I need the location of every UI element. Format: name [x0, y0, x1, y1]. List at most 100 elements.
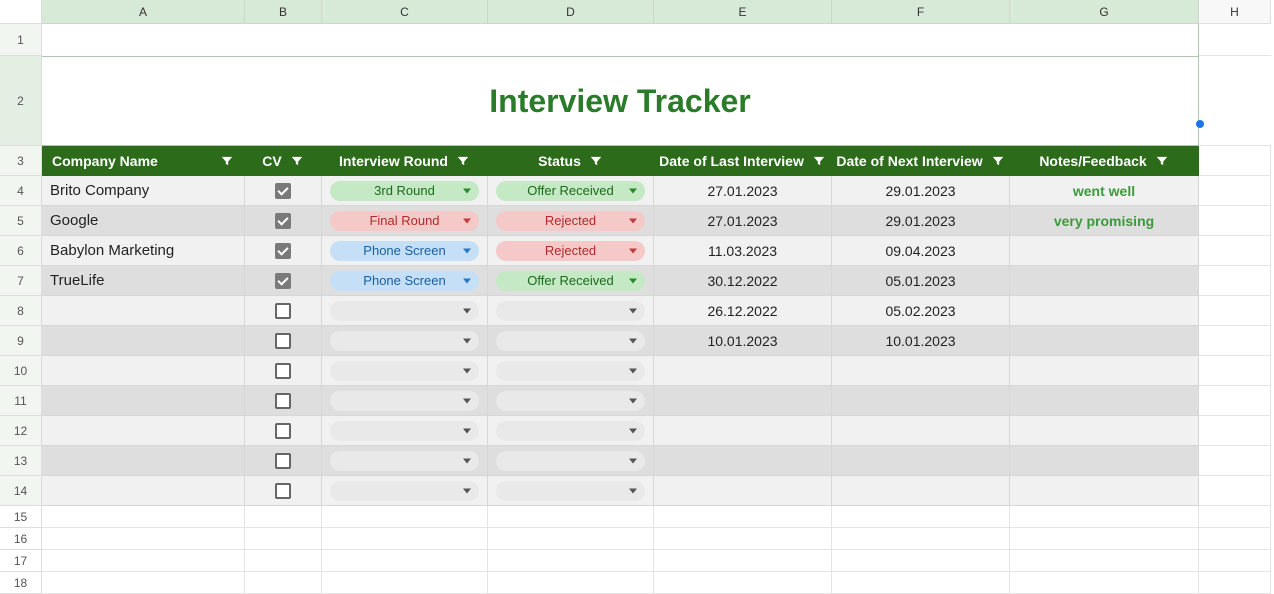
title-cell[interactable]: Interview Tracker [42, 56, 1199, 146]
cell-empty[interactable] [1199, 506, 1271, 528]
cell-H5[interactable] [1199, 206, 1271, 236]
cell-cv[interactable] [245, 386, 322, 416]
round-dropdown[interactable] [330, 331, 479, 351]
checkbox[interactable] [275, 333, 291, 349]
cell-empty[interactable] [654, 550, 832, 572]
selection-handle[interactable] [1196, 120, 1204, 128]
status-dropdown[interactable] [496, 361, 645, 381]
cell-status[interactable]: Rejected [488, 236, 654, 266]
header-status[interactable]: Status [488, 146, 654, 176]
round-dropdown[interactable] [330, 301, 479, 321]
cell-company[interactable] [42, 416, 245, 446]
cell-empty[interactable] [322, 550, 488, 572]
cell-last-date[interactable] [654, 356, 832, 386]
row-header-10[interactable]: 10 [0, 356, 42, 386]
cell-empty[interactable] [42, 550, 245, 572]
cell-next-date[interactable]: 29.01.2023 [832, 206, 1010, 236]
row-header-1[interactable]: 1 [0, 24, 42, 56]
status-dropdown[interactable] [496, 331, 645, 351]
cell-empty[interactable] [322, 506, 488, 528]
cell-cv[interactable] [245, 476, 322, 506]
cell-status[interactable] [488, 356, 654, 386]
col-header-B[interactable]: B [245, 0, 322, 24]
round-dropdown[interactable]: 3rd Round [330, 181, 479, 201]
cell-next-date[interactable] [832, 446, 1010, 476]
header-cv[interactable]: CV [245, 146, 322, 176]
cell-next-date[interactable] [832, 416, 1010, 446]
cell-round[interactable]: 3rd Round [322, 176, 488, 206]
cell-company[interactable]: Babylon Marketing [42, 236, 245, 266]
cell-H1[interactable] [1199, 24, 1271, 56]
status-dropdown[interactable] [496, 421, 645, 441]
cell-status[interactable] [488, 296, 654, 326]
round-dropdown[interactable]: Phone Screen [330, 271, 479, 291]
cell-company[interactable] [42, 446, 245, 476]
checkbox[interactable] [275, 183, 291, 199]
status-dropdown[interactable] [496, 451, 645, 471]
row-header-13[interactable]: 13 [0, 446, 42, 476]
cell-next-date[interactable] [832, 356, 1010, 386]
cell-cv[interactable] [245, 446, 322, 476]
cell-H8[interactable] [1199, 296, 1271, 326]
cell-empty[interactable] [1010, 550, 1199, 572]
round-dropdown[interactable] [330, 361, 479, 381]
header-company[interactable]: Company Name [42, 146, 245, 176]
col-header-G[interactable]: G [1010, 0, 1199, 24]
col-header-E[interactable]: E [654, 0, 832, 24]
cell-cv[interactable] [245, 236, 322, 266]
row-header-2[interactable]: 2 [0, 56, 42, 146]
cell-H2[interactable] [1199, 56, 1271, 146]
cell-cv[interactable] [245, 176, 322, 206]
cell-round[interactable] [322, 416, 488, 446]
cell-round[interactable] [322, 476, 488, 506]
checkbox[interactable] [275, 303, 291, 319]
cell-round[interactable]: Final Round [322, 206, 488, 236]
cell-empty[interactable] [322, 528, 488, 550]
cell-H13[interactable] [1199, 446, 1271, 476]
status-dropdown[interactable]: Offer Received [496, 271, 645, 291]
cell-round[interactable] [322, 326, 488, 356]
cell-status[interactable]: Offer Received [488, 266, 654, 296]
cell-H3[interactable] [1199, 146, 1271, 176]
cell-H6[interactable] [1199, 236, 1271, 266]
cell-last-date[interactable]: 10.01.2023 [654, 326, 832, 356]
cell-company[interactable] [42, 386, 245, 416]
cell-empty[interactable] [1010, 528, 1199, 550]
header-next[interactable]: Date of Next Interview [832, 146, 1010, 176]
filter-icon[interactable] [991, 154, 1005, 168]
cell-status[interactable] [488, 386, 654, 416]
checkbox[interactable] [275, 393, 291, 409]
cell-notes[interactable] [1010, 326, 1199, 356]
cell-empty[interactable] [488, 528, 654, 550]
cell-status[interactable] [488, 416, 654, 446]
cell-company[interactable] [42, 356, 245, 386]
row-header-11[interactable]: 11 [0, 386, 42, 416]
cell-next-date[interactable]: 05.02.2023 [832, 296, 1010, 326]
cell-last-date[interactable]: 27.01.2023 [654, 206, 832, 236]
filter-icon[interactable] [290, 154, 304, 168]
cell-last-date[interactable]: 11.03.2023 [654, 236, 832, 266]
cell-last-date[interactable]: 27.01.2023 [654, 176, 832, 206]
col-header-D[interactable]: D [488, 0, 654, 24]
cell-empty[interactable] [654, 572, 832, 594]
col-header-F[interactable]: F [832, 0, 1010, 24]
round-dropdown[interactable]: Final Round [330, 211, 479, 231]
cell-H11[interactable] [1199, 386, 1271, 416]
cell-empty[interactable] [245, 550, 322, 572]
cell-notes[interactable] [1010, 296, 1199, 326]
cell-empty[interactable] [832, 550, 1010, 572]
cell-company[interactable]: Google [42, 206, 245, 236]
cell-last-date[interactable] [654, 416, 832, 446]
cell-H12[interactable] [1199, 416, 1271, 446]
cell-status[interactable] [488, 326, 654, 356]
cell-next-date[interactable]: 09.04.2023 [832, 236, 1010, 266]
cell-H14[interactable] [1199, 476, 1271, 506]
row-header-17[interactable]: 17 [0, 550, 42, 572]
cell-empty[interactable] [1010, 572, 1199, 594]
cell-last-date[interactable] [654, 386, 832, 416]
cell-empty[interactable] [1010, 506, 1199, 528]
cell-empty[interactable] [832, 506, 1010, 528]
status-dropdown[interactable]: Rejected [496, 211, 645, 231]
round-dropdown[interactable]: Phone Screen [330, 241, 479, 261]
filter-icon[interactable] [1155, 154, 1169, 168]
